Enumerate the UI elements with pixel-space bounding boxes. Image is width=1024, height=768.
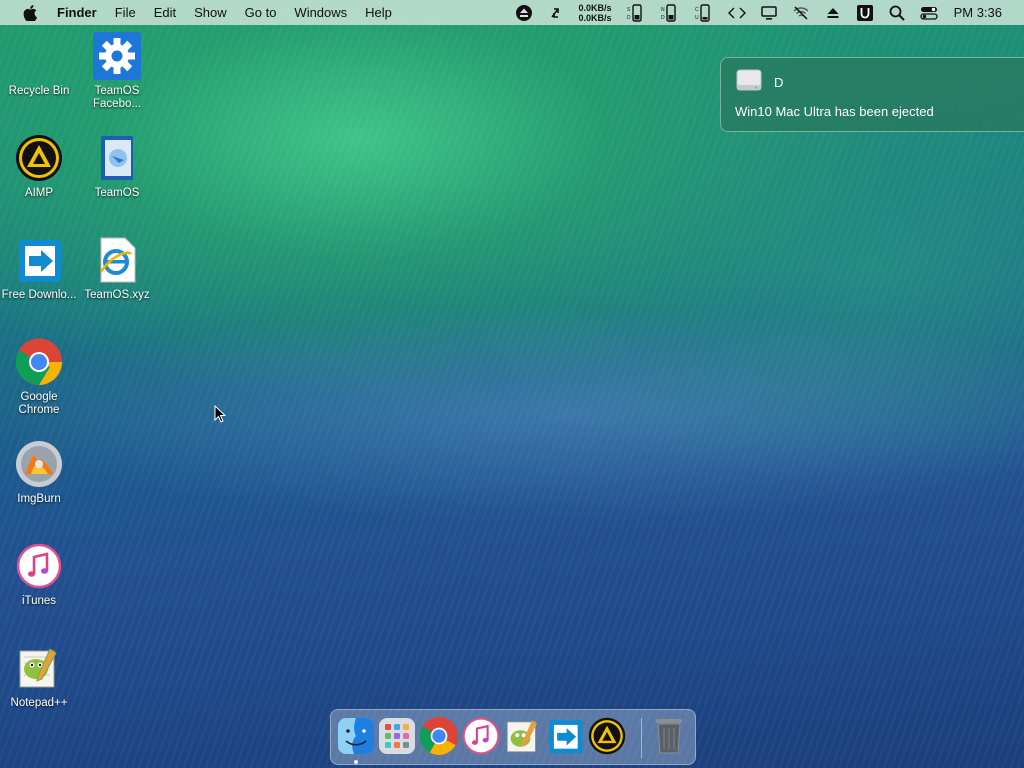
desktop-icon-label: TeamOS Facebo...: [93, 85, 141, 110]
app-menu-finder[interactable]: Finder: [48, 0, 106, 25]
desktop-icon-imgburn[interactable]: ImgBurn: [0, 439, 78, 506]
apple-logo-icon[interactable]: [20, 0, 40, 25]
notification-message: Win10 Mac Ultra has been ejected: [735, 104, 934, 119]
desktop-icon-itunes[interactable]: iTunes: [0, 541, 78, 608]
menu-help[interactable]: Help: [356, 0, 401, 25]
notepadpp-icon[interactable]: [503, 715, 543, 757]
display-icon[interactable]: [760, 0, 778, 25]
itunes-icon[interactable]: [461, 715, 501, 757]
desktop-icon-label: Recycle Bin: [8, 85, 70, 97]
desktop-icon-aimp[interactable]: AIMP: [0, 133, 78, 200]
eject-circle-icon[interactable]: [515, 0, 533, 25]
desktop-icon-google-chrome[interactable]: Google Chrome: [0, 337, 78, 417]
control-center-icon[interactable]: [919, 0, 938, 25]
desktop-icon-teamos-facebook[interactable]: TeamOS Facebo...: [78, 31, 156, 111]
net-speed-icon[interactable]: 0.0KB/s 0.0KB/s: [579, 0, 612, 25]
battery-icon[interactable]: CU: [694, 0, 714, 25]
desktop-icon-recycle-bin[interactable]: Recycle Bin: [0, 31, 78, 98]
u-app-icon[interactable]: [856, 0, 874, 25]
eject-icon[interactable]: [824, 0, 842, 25]
svg-text:D: D: [627, 15, 631, 21]
notification-title: D: [774, 75, 784, 90]
net-download-speed: 0.0KB/s: [578, 12, 612, 23]
desktop-icon-label: Free Downlo...: [1, 289, 77, 301]
mouse-cursor-icon: [214, 405, 226, 423]
aimp-icon[interactable]: [587, 715, 627, 757]
svg-text:S: S: [627, 7, 631, 13]
chrome-icon: [14, 337, 64, 387]
download-manager-icon[interactable]: [545, 715, 585, 757]
svg-text:D: D: [661, 15, 665, 21]
dock-separator: [641, 718, 642, 758]
sync-icon[interactable]: [547, 0, 565, 25]
recycle-bin-icon: [14, 31, 64, 81]
desktop-icon-label: TeamOS: [94, 187, 140, 199]
desktop-icon-label: AIMP: [24, 187, 54, 199]
svg-text:N: N: [661, 7, 665, 13]
windows-file-icon: [92, 133, 142, 183]
finder-icon[interactable]: [336, 715, 376, 757]
desktop-icon-notepad-plus-plus[interactable]: Notepad++: [0, 643, 78, 710]
desktop-icon-free-download-manager[interactable]: Free Downlo...: [0, 235, 78, 302]
running-indicator: [354, 760, 358, 764]
menu-windows[interactable]: Windows: [285, 0, 356, 25]
itunes-icon: [14, 541, 64, 591]
menu-bar: Finder File Edit Show Go to Windows Help…: [0, 0, 1024, 25]
menu-show[interactable]: Show: [185, 0, 236, 25]
battery-icon[interactable]: ND: [660, 0, 680, 25]
code-icon[interactable]: [727, 0, 746, 25]
gear-icon: [92, 31, 142, 81]
desktop-icon-label: ImgBurn: [17, 493, 61, 505]
trash-icon[interactable]: [649, 715, 689, 757]
desktop-icon-label: iTunes: [21, 595, 57, 607]
svg-text:U: U: [695, 15, 699, 21]
drive-icon: [735, 69, 763, 93]
svg-text:C: C: [695, 7, 699, 13]
search-icon[interactable]: [888, 0, 906, 25]
menubar-clock[interactable]: PM 3:36: [954, 0, 1002, 25]
wifi-off-icon[interactable]: [792, 0, 810, 25]
launchpad-icon[interactable]: [377, 715, 417, 757]
chrome-icon[interactable]: [419, 715, 459, 757]
menu-file[interactable]: File: [106, 0, 145, 25]
menu-go-to[interactable]: Go to: [236, 0, 286, 25]
desktop-icon-label: Notepad++: [10, 697, 68, 709]
internet-explorer-icon: [92, 235, 142, 285]
download-manager-icon: [14, 235, 64, 285]
desktop-icon-teamos[interactable]: TeamOS: [78, 133, 156, 200]
desktop-icon-teamos-xyz[interactable]: TeamOS.xyz: [78, 235, 156, 302]
imgburn-icon: [14, 439, 64, 489]
dock: [330, 709, 696, 765]
net-upload-speed: 0.0KB/s: [578, 2, 612, 13]
eject-notification[interactable]: D Win10 Mac Ultra has been ejected: [720, 57, 1024, 132]
aimp-icon: [14, 133, 64, 183]
desktop-icon-label: TeamOS.xyz: [84, 289, 150, 301]
desktop-icon-label: Google Chrome: [18, 391, 60, 416]
battery-icon[interactable]: SD: [626, 0, 646, 25]
notepadpp-icon: [14, 643, 64, 693]
menu-edit[interactable]: Edit: [145, 0, 185, 25]
status-area: 0.0KB/s 0.0KB/s SD ND CU PM 3:36: [501, 0, 1024, 25]
